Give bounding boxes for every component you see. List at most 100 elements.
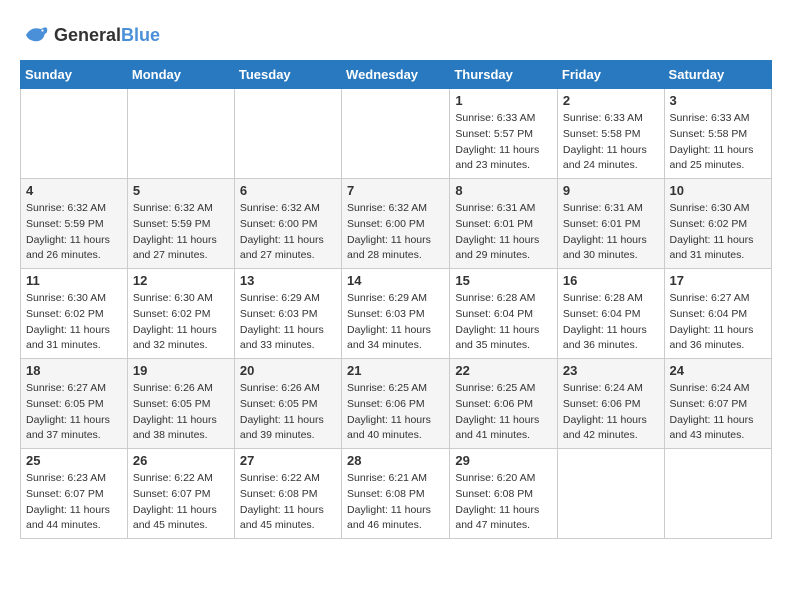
day-number: 5 xyxy=(133,183,229,198)
day-info: Sunrise: 6:30 AMSunset: 6:02 PMDaylight:… xyxy=(133,291,229,354)
day-number: 8 xyxy=(455,183,552,198)
calendar-cell: 13 Sunrise: 6:29 AMSunset: 6:03 PMDayligh… xyxy=(234,269,341,359)
page-header: GeneralBlue xyxy=(20,20,772,50)
day-number: 2 xyxy=(563,93,659,108)
calendar-cell xyxy=(664,449,771,539)
calendar-cell: 7Sunrise: 6:32 AMSunset: 6:00 PMDaylight… xyxy=(342,179,450,269)
day-number: 21 xyxy=(347,363,444,378)
calendar-cell: 27 Sunrise: 6:22 AMSunset: 6:08 PMDayligh… xyxy=(234,449,341,539)
day-info: Sunrise: 6:27 AMSunset: 6:05 PMDaylight:… xyxy=(26,381,122,444)
day-info: Sunrise: 6:22 AMSunset: 6:08 PMDaylight:… xyxy=(240,471,336,534)
day-info: Sunrise: 6:31 AMSunset: 6:01 PMDaylight:… xyxy=(563,201,659,264)
day-number: 4 xyxy=(26,183,122,198)
weekday-header: Wednesday xyxy=(342,61,450,89)
calendar-cell: 15 Sunrise: 6:28 AMSunset: 6:04 PMDayligh… xyxy=(450,269,558,359)
calendar-cell: 22 Sunrise: 6:25 AMSunset: 6:06 PMDayligh… xyxy=(450,359,558,449)
day-number: 29 xyxy=(455,453,552,468)
calendar-week-row: 1Sunrise: 6:33 AMSunset: 5:57 PMDaylight… xyxy=(21,89,772,179)
calendar-cell: 19 Sunrise: 6:26 AMSunset: 6:05 PMDayligh… xyxy=(127,359,234,449)
calendar-cell xyxy=(342,89,450,179)
day-info: Sunrise: 6:28 AMSunset: 6:04 PMDaylight:… xyxy=(455,291,552,354)
day-info: Sunrise: 6:25 AMSunset: 6:06 PMDaylight:… xyxy=(455,381,552,444)
calendar-cell: 16 Sunrise: 6:28 AMSunset: 6:04 PMDayligh… xyxy=(557,269,664,359)
day-number: 23 xyxy=(563,363,659,378)
day-number: 22 xyxy=(455,363,552,378)
calendar-cell: 5 Sunrise: 6:32 AMSunset: 5:59 PMDaylight… xyxy=(127,179,234,269)
weekday-header-row: SundayMondayTuesdayWednesdayThursdayFrid… xyxy=(21,61,772,89)
weekday-header: Sunday xyxy=(21,61,128,89)
day-number: 18 xyxy=(26,363,122,378)
calendar-cell: 8 Sunrise: 6:31 AMSunset: 6:01 PMDaylight… xyxy=(450,179,558,269)
calendar-week-row: 11 Sunrise: 6:30 AMSunset: 6:02 PMDayligh… xyxy=(21,269,772,359)
day-info: Sunrise: 6:28 AMSunset: 6:04 PMDaylight:… xyxy=(563,291,659,354)
day-info: Sunrise: 6:31 AMSunset: 6:01 PMDaylight:… xyxy=(455,201,552,264)
day-number: 15 xyxy=(455,273,552,288)
day-number: 27 xyxy=(240,453,336,468)
day-info: Sunrise: 6:32 AMSunset: 6:00 PMDaylight:… xyxy=(347,201,444,264)
calendar-cell: 11 Sunrise: 6:30 AMSunset: 6:02 PMDayligh… xyxy=(21,269,128,359)
calendar-cell xyxy=(557,449,664,539)
day-info: Sunrise: 6:29 AMSunset: 6:03 PMDaylight:… xyxy=(240,291,336,354)
calendar-cell: 6 Sunrise: 6:32 AMSunset: 6:00 PMDaylight… xyxy=(234,179,341,269)
calendar-cell xyxy=(21,89,128,179)
logo-icon xyxy=(20,20,50,50)
day-number: 20 xyxy=(240,363,336,378)
calendar-cell: 9 Sunrise: 6:31 AMSunset: 6:01 PMDaylight… xyxy=(557,179,664,269)
day-info: Sunrise: 6:32 AMSunset: 5:59 PMDaylight:… xyxy=(133,201,229,264)
day-number: 12 xyxy=(133,273,229,288)
day-info: Sunrise: 6:33 AMSunset: 5:58 PMDaylight:… xyxy=(670,111,766,174)
day-info: Sunrise: 6:20 AMSunset: 6:08 PMDaylight:… xyxy=(455,471,552,534)
day-info: Sunrise: 6:21 AMSunset: 6:08 PMDaylight:… xyxy=(347,471,444,534)
day-number: 14 xyxy=(347,273,444,288)
calendar-week-row: 4 Sunrise: 6:32 AMSunset: 5:59 PMDaylight… xyxy=(21,179,772,269)
calendar-cell: 17 Sunrise: 6:27 AMSunset: 6:04 PMDayligh… xyxy=(664,269,771,359)
calendar-cell: 10Sunrise: 6:30 AMSunset: 6:02 PMDayligh… xyxy=(664,179,771,269)
calendar-table: SundayMondayTuesdayWednesdayThursdayFrid… xyxy=(20,60,772,539)
day-info: Sunrise: 6:23 AMSunset: 6:07 PMDaylight:… xyxy=(26,471,122,534)
day-number: 1 xyxy=(455,93,552,108)
calendar-cell: 1Sunrise: 6:33 AMSunset: 5:57 PMDaylight… xyxy=(450,89,558,179)
day-info: Sunrise: 6:33 AMSunset: 5:58 PMDaylight:… xyxy=(563,111,659,174)
day-info: Sunrise: 6:24 AMSunset: 6:07 PMDaylight:… xyxy=(670,381,766,444)
weekday-header: Saturday xyxy=(664,61,771,89)
day-number: 16 xyxy=(563,273,659,288)
weekday-header: Thursday xyxy=(450,61,558,89)
calendar-week-row: 18 Sunrise: 6:27 AMSunset: 6:05 PMDayligh… xyxy=(21,359,772,449)
calendar-cell: 21 Sunrise: 6:25 AMSunset: 6:06 PMDayligh… xyxy=(342,359,450,449)
day-info: Sunrise: 6:25 AMSunset: 6:06 PMDaylight:… xyxy=(347,381,444,444)
calendar-cell: 25Sunrise: 6:23 AMSunset: 6:07 PMDayligh… xyxy=(21,449,128,539)
day-number: 17 xyxy=(670,273,766,288)
calendar-cell: 2 Sunrise: 6:33 AMSunset: 5:58 PMDaylight… xyxy=(557,89,664,179)
logo: GeneralBlue xyxy=(20,20,160,50)
day-number: 3 xyxy=(670,93,766,108)
day-number: 6 xyxy=(240,183,336,198)
calendar-cell: 18 Sunrise: 6:27 AMSunset: 6:05 PMDayligh… xyxy=(21,359,128,449)
day-number: 19 xyxy=(133,363,229,378)
calendar-cell: 4 Sunrise: 6:32 AMSunset: 5:59 PMDaylight… xyxy=(21,179,128,269)
calendar-cell: 26 Sunrise: 6:22 AMSunset: 6:07 PMDayligh… xyxy=(127,449,234,539)
day-info: Sunrise: 6:24 AMSunset: 6:06 PMDaylight:… xyxy=(563,381,659,444)
day-info: Sunrise: 6:27 AMSunset: 6:04 PMDaylight:… xyxy=(670,291,766,354)
day-number: 13 xyxy=(240,273,336,288)
day-info: Sunrise: 6:29 AMSunset: 6:03 PMDaylight:… xyxy=(347,291,444,354)
day-info: Sunrise: 6:32 AMSunset: 5:59 PMDaylight:… xyxy=(26,201,122,264)
calendar-cell: 14 Sunrise: 6:29 AMSunset: 6:03 PMDayligh… xyxy=(342,269,450,359)
calendar-cell: 23 Sunrise: 6:24 AMSunset: 6:06 PMDayligh… xyxy=(557,359,664,449)
day-info: Sunrise: 6:22 AMSunset: 6:07 PMDaylight:… xyxy=(133,471,229,534)
weekday-header: Tuesday xyxy=(234,61,341,89)
day-number: 24 xyxy=(670,363,766,378)
calendar-cell: 28Sunrise: 6:21 AMSunset: 6:08 PMDayligh… xyxy=(342,449,450,539)
day-number: 9 xyxy=(563,183,659,198)
day-number: 26 xyxy=(133,453,229,468)
day-info: Sunrise: 6:30 AMSunset: 6:02 PMDaylight:… xyxy=(26,291,122,354)
calendar-cell xyxy=(234,89,341,179)
calendar-cell: 3 Sunrise: 6:33 AMSunset: 5:58 PMDaylight… xyxy=(664,89,771,179)
calendar-cell xyxy=(127,89,234,179)
calendar-cell: 12 Sunrise: 6:30 AMSunset: 6:02 PMDayligh… xyxy=(127,269,234,359)
day-info: Sunrise: 6:32 AMSunset: 6:00 PMDaylight:… xyxy=(240,201,336,264)
day-info: Sunrise: 6:26 AMSunset: 6:05 PMDaylight:… xyxy=(240,381,336,444)
day-number: 11 xyxy=(26,273,122,288)
day-number: 10 xyxy=(670,183,766,198)
day-info: Sunrise: 6:26 AMSunset: 6:05 PMDaylight:… xyxy=(133,381,229,444)
calendar-cell: 20 Sunrise: 6:26 AMSunset: 6:05 PMDayligh… xyxy=(234,359,341,449)
